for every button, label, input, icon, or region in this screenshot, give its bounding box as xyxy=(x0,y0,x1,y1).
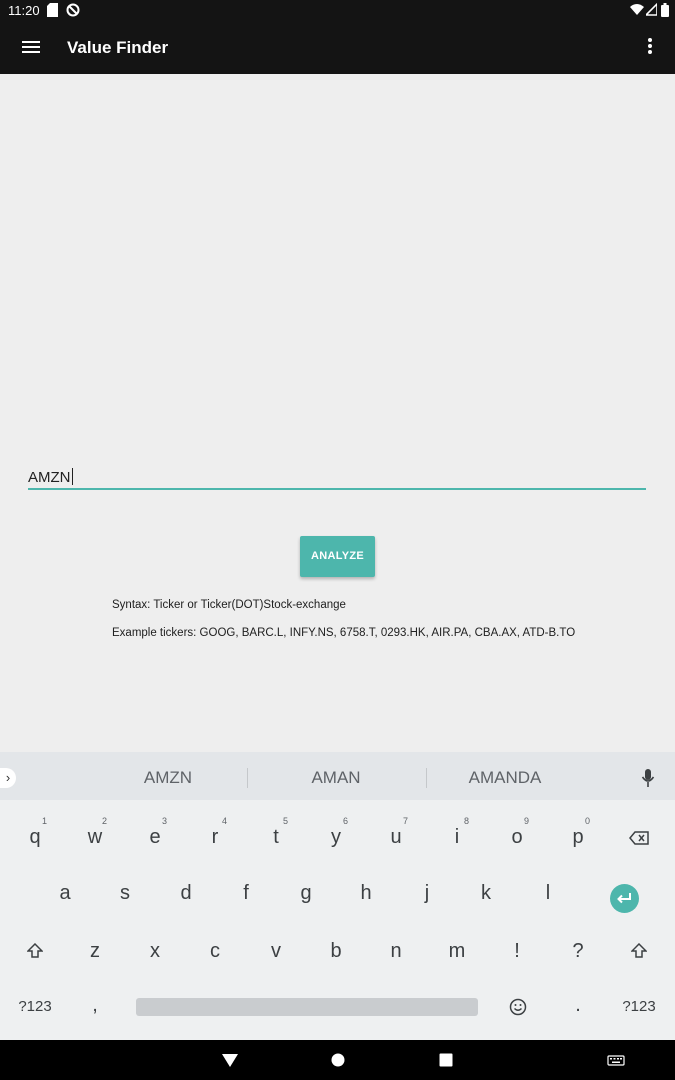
key-exclamation[interactable]: ! xyxy=(487,926,547,976)
chevron-right-icon[interactable]: › xyxy=(0,768,16,788)
key-d[interactable]: d xyxy=(156,868,216,918)
key-p[interactable]: p0 xyxy=(548,812,608,862)
key-label: y xyxy=(331,826,341,848)
key-hint: 5 xyxy=(282,816,288,826)
key-e[interactable]: e3 xyxy=(125,812,185,862)
shift-key-right[interactable] xyxy=(609,926,669,976)
key-label: t xyxy=(273,826,279,848)
key-label: w xyxy=(87,826,103,848)
key-x[interactable]: x xyxy=(125,926,185,976)
backspace-key[interactable] xyxy=(609,812,669,862)
emoji-key[interactable] xyxy=(488,982,548,1032)
key-y[interactable]: y6 xyxy=(306,812,366,862)
key-label: p xyxy=(572,826,584,848)
key-u[interactable]: u7 xyxy=(366,812,426,862)
key-w[interactable]: w2 xyxy=(65,812,125,862)
home-circle-icon[interactable] xyxy=(328,1050,348,1070)
suggestion-1[interactable]: AMZN xyxy=(83,768,253,788)
key-j[interactable]: j xyxy=(397,868,457,918)
key-hint: 4 xyxy=(221,816,227,826)
key-k[interactable]: k xyxy=(456,868,516,918)
key-hint: 3 xyxy=(161,816,167,826)
key-a[interactable]: a xyxy=(35,868,95,918)
signal-icon xyxy=(646,3,657,16)
key-s[interactable]: s xyxy=(95,868,155,918)
key-n[interactable]: n xyxy=(366,926,426,976)
shift-key-left[interactable] xyxy=(5,926,65,976)
key-v[interactable]: v xyxy=(246,926,306,976)
key-label: q xyxy=(29,826,41,848)
on-screen-keyboard: › AMZN AMAN AMANDA q1 w2 e3 r4 t5 y6 u7 … xyxy=(0,752,675,1040)
symbols-key-right[interactable]: ?123 xyxy=(609,982,669,1032)
key-hint: 7 xyxy=(402,816,408,826)
keyboard-switch-icon[interactable] xyxy=(606,1050,626,1070)
key-hint: 2 xyxy=(101,816,107,826)
key-c[interactable]: c xyxy=(185,926,245,976)
text-cursor xyxy=(71,468,73,485)
key-label: o xyxy=(511,826,523,848)
space-bar[interactable] xyxy=(136,998,478,1016)
suggestion-2[interactable]: AMAN xyxy=(251,768,421,788)
enter-icon xyxy=(617,893,631,904)
example-tickers-hint: Example tickers: GOOG, BARC.L, INFY.NS, … xyxy=(112,627,576,639)
recents-square-icon[interactable] xyxy=(436,1050,456,1070)
sync-disabled-icon xyxy=(66,3,80,17)
key-hint: 6 xyxy=(342,816,348,826)
emoji-icon xyxy=(509,998,527,1016)
symbols-key-left[interactable]: ?123 xyxy=(5,982,65,1032)
status-bar: 11:20 xyxy=(0,0,675,22)
back-triangle-icon[interactable] xyxy=(220,1050,240,1070)
key-hint: 1 xyxy=(41,816,47,826)
key-z[interactable]: z xyxy=(65,926,125,976)
key-question[interactable]: ? xyxy=(548,926,608,976)
suggestion-divider xyxy=(247,768,248,788)
key-q[interactable]: q1 xyxy=(5,812,65,862)
key-b[interactable]: b xyxy=(306,926,366,976)
app-bar: Value Finder xyxy=(0,22,675,74)
ticker-input-text: AMZN xyxy=(28,469,71,486)
key-hint: 8 xyxy=(463,816,469,826)
key-label: u xyxy=(390,826,402,848)
main-content: AMZN ANALYZE Syntax: Ticker or Ticker(DO… xyxy=(0,74,675,752)
key-h[interactable]: h xyxy=(336,868,396,918)
shift-icon xyxy=(26,942,44,958)
suggestion-3[interactable]: AMANDA xyxy=(420,768,590,788)
key-g[interactable]: g xyxy=(276,868,336,918)
wifi-icon xyxy=(630,4,644,15)
hamburger-menu-icon[interactable] xyxy=(20,38,42,58)
syntax-hint: Syntax: Ticker or Ticker(DOT)Stock-excha… xyxy=(112,599,346,611)
key-r[interactable]: r4 xyxy=(185,812,245,862)
analyze-button[interactable]: ANALYZE xyxy=(300,536,375,577)
app-title: Value Finder xyxy=(67,38,169,57)
key-label: i xyxy=(454,826,460,848)
key-m[interactable]: m xyxy=(427,926,487,976)
ticker-input[interactable]: AMZN xyxy=(28,466,646,490)
key-hint: 0 xyxy=(584,816,590,826)
comma-key[interactable]: , xyxy=(65,980,125,1030)
key-l[interactable]: l xyxy=(518,868,578,918)
backspace-icon xyxy=(629,831,649,845)
key-i[interactable]: i8 xyxy=(427,812,487,862)
more-vert-icon[interactable] xyxy=(640,36,660,60)
status-time: 11:20 xyxy=(8,3,40,18)
ticker-input-value[interactable]: AMZN xyxy=(28,468,73,486)
key-f[interactable]: f xyxy=(216,868,276,918)
sd-card-icon xyxy=(47,3,58,17)
key-hint: 9 xyxy=(523,816,529,826)
key-o[interactable]: o9 xyxy=(487,812,547,862)
key-t[interactable]: t5 xyxy=(246,812,306,862)
enter-key[interactable] xyxy=(610,884,639,913)
mic-icon[interactable] xyxy=(640,768,656,788)
suggestion-strip: › AMZN AMAN AMANDA xyxy=(0,752,675,800)
battery-icon xyxy=(661,3,669,17)
period-key[interactable]: . xyxy=(548,980,608,1030)
key-label: e xyxy=(149,826,161,848)
key-label: r xyxy=(211,826,219,848)
system-nav-bar xyxy=(0,1040,675,1080)
shift-icon xyxy=(630,942,648,958)
